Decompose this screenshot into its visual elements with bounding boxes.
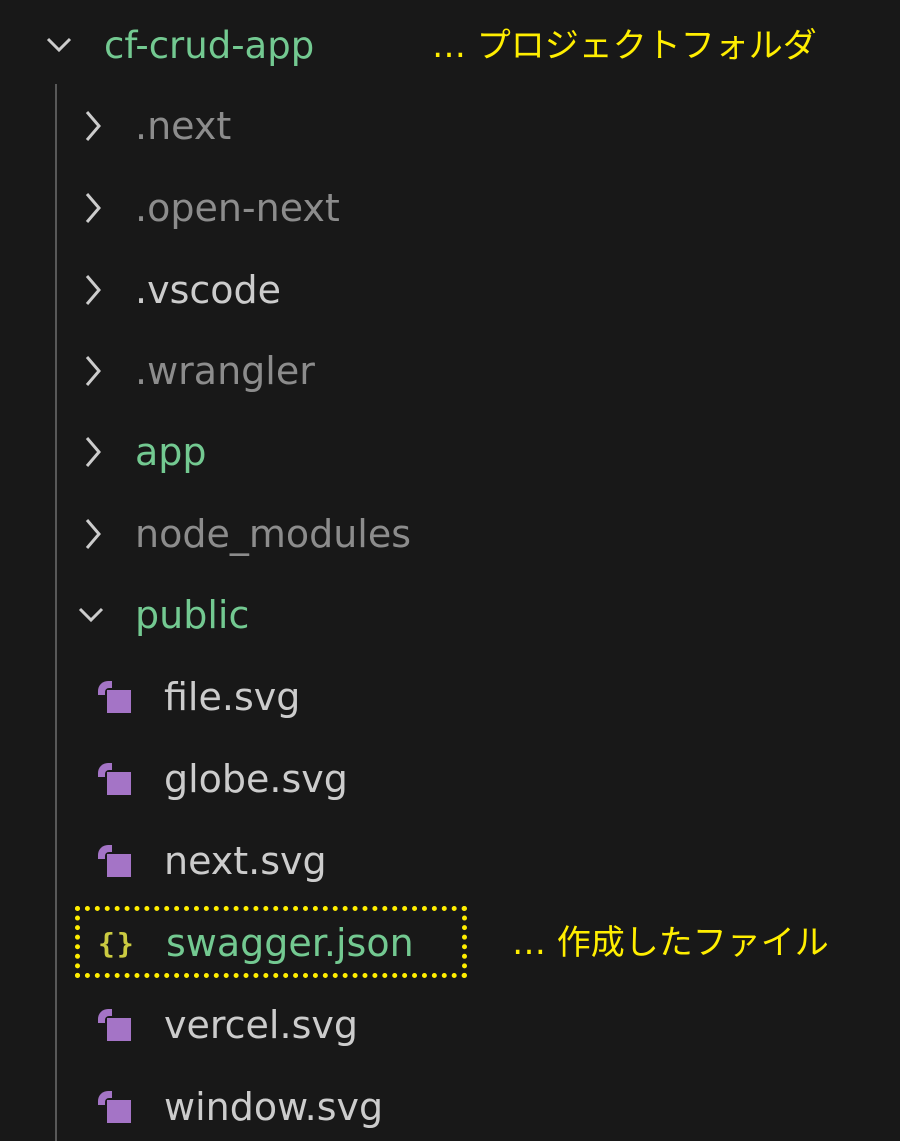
svg-file-icon bbox=[92, 677, 134, 717]
tree-item-root-folder[interactable]: cf-crud-app bbox=[44, 4, 314, 86]
file-label: file.svg bbox=[164, 675, 301, 719]
tree-item-file[interactable]: globe.svg bbox=[92, 738, 348, 820]
file-label: next.svg bbox=[164, 839, 327, 883]
folder-label: public bbox=[135, 593, 250, 637]
project-folder-annotation: … プロジェクトフォルダ bbox=[432, 26, 817, 66]
chevron-down-icon bbox=[44, 25, 74, 65]
tree-item-folder-open-next[interactable]: .open-next bbox=[78, 167, 340, 249]
chevron-right-icon bbox=[78, 514, 108, 554]
indent-guide bbox=[55, 84, 57, 1141]
tree-item-file[interactable]: next.svg bbox=[92, 820, 327, 902]
tree-item-folder-vscode[interactable]: .vscode bbox=[78, 249, 281, 331]
chevron-down-icon bbox=[76, 595, 106, 635]
folder-label: .next bbox=[135, 104, 232, 148]
tree-item-file-swagger[interactable]: {} swagger.json bbox=[98, 902, 414, 984]
tree-item-folder-public[interactable]: public bbox=[76, 574, 249, 656]
tree-item-folder-app[interactable]: app bbox=[78, 411, 207, 493]
svg-file-icon bbox=[92, 1087, 134, 1127]
svg-file-icon bbox=[92, 1005, 134, 1045]
folder-label: app bbox=[135, 430, 207, 474]
folder-label: .open-next bbox=[135, 186, 340, 230]
svg-file-icon bbox=[92, 841, 134, 881]
tree-item-folder-wrangler[interactable]: .wrangler bbox=[78, 330, 315, 412]
tree-item-file[interactable]: window.svg bbox=[92, 1066, 383, 1141]
file-label: vercel.svg bbox=[164, 1003, 358, 1047]
chevron-right-icon bbox=[78, 106, 108, 146]
file-explorer: cf-crud-app … プロジェクトフォルダ .next .open-nex… bbox=[0, 0, 900, 1141]
created-file-annotation: … 作成したファイル bbox=[512, 923, 829, 963]
chevron-right-icon bbox=[78, 270, 108, 310]
chevron-right-icon bbox=[78, 432, 108, 472]
tree-item-file[interactable]: file.svg bbox=[92, 656, 300, 738]
tree-item-folder-node-modules[interactable]: node_modules bbox=[78, 493, 411, 575]
file-label: window.svg bbox=[164, 1085, 384, 1129]
tree-item-folder-next[interactable]: .next bbox=[78, 85, 231, 167]
json-braces-icon: {} bbox=[98, 926, 136, 960]
chevron-right-icon bbox=[78, 188, 108, 228]
root-folder-label: cf-crud-app bbox=[104, 23, 315, 67]
svg-file-icon bbox=[92, 759, 134, 799]
file-label: swagger.json bbox=[166, 921, 414, 965]
file-label: globe.svg bbox=[164, 757, 348, 801]
folder-label: node_modules bbox=[135, 512, 412, 556]
tree-item-file[interactable]: vercel.svg bbox=[92, 984, 358, 1066]
chevron-right-icon bbox=[78, 351, 108, 391]
folder-label: .vscode bbox=[135, 268, 282, 312]
folder-label: .wrangler bbox=[135, 349, 315, 393]
